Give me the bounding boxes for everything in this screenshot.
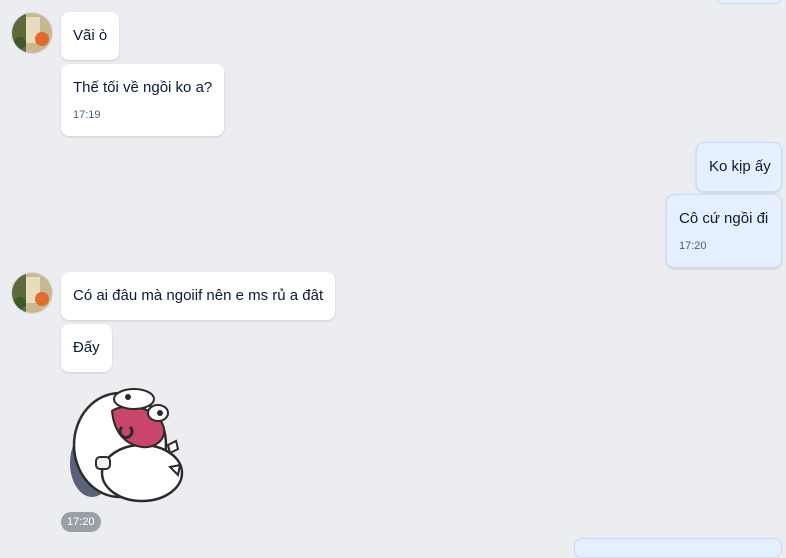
outgoing-message-partial-top[interactable]: [716, 0, 782, 4]
avatar[interactable]: [11, 12, 53, 54]
message-text: Cô cứ ngồi đi: [679, 210, 769, 227]
message-text: Có ai đâu mà ngoiif nên e ms rủ a đât: [73, 287, 324, 304]
incoming-message[interactable]: Thế tối về ngồi ko a? 17:19: [61, 64, 225, 136]
cat-sticker-icon: [70, 388, 184, 503]
outgoing-message[interactable]: Ko kịp ấy: [696, 142, 782, 192]
avatar-image: [12, 273, 52, 313]
outgoing-message[interactable]: Cô cứ ngồi đi 17:20: [666, 194, 782, 268]
message-time: 17:20: [679, 240, 707, 252]
avatar[interactable]: [11, 272, 53, 314]
incoming-message[interactable]: Có ai đâu mà ngoiif nên e ms rủ a đât: [61, 272, 336, 320]
message-time: 17:19: [73, 109, 101, 121]
message-text: Vãi ò: [73, 27, 108, 44]
avatar-image: [12, 13, 52, 53]
incoming-message[interactable]: Vãi ò: [61, 12, 120, 60]
message-text: Ko kịp ấy: [709, 158, 771, 175]
message-text: Thế tối về ngồi ko a?: [73, 79, 213, 96]
sticker-time: 17:20: [61, 512, 101, 532]
cat-sticker[interactable]: [62, 383, 190, 505]
outgoing-message-partial-bottom[interactable]: [574, 538, 782, 558]
incoming-message[interactable]: Đấy: [61, 324, 112, 372]
message-text: Đấy: [73, 339, 100, 356]
